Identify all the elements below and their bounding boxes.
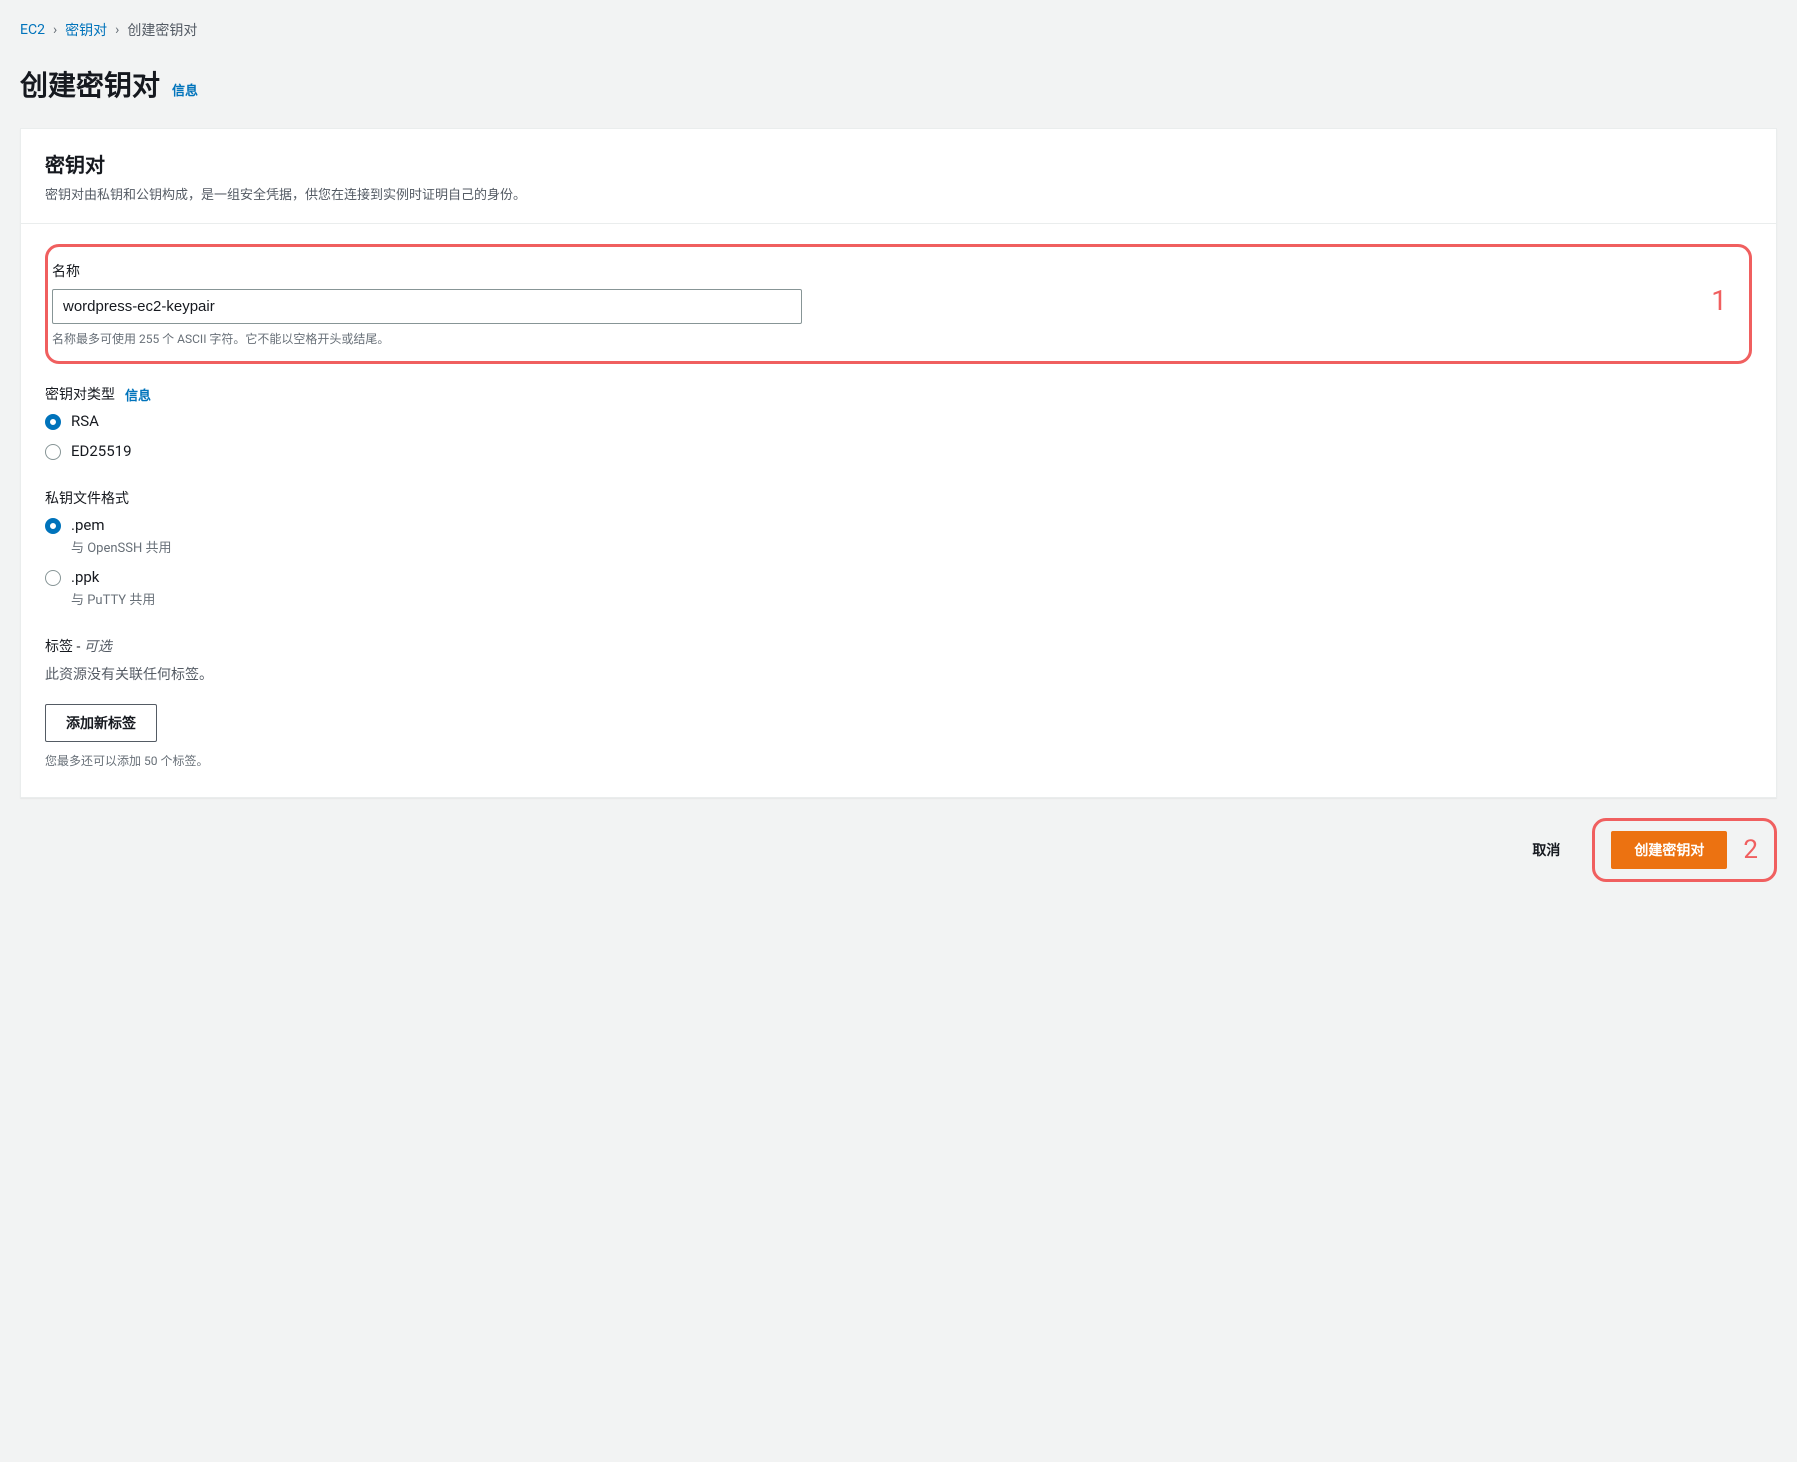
tags-group: 标签 - 可选 此资源没有关联任何标签。 添加新标签 您最多还可以添加 50 个… <box>45 636 1752 769</box>
keypair-type-group: 密钥对类型 信息 RSA ED25519 <box>45 384 1752 460</box>
annotation-box-1: 名称 名称最多可使用 255 个 ASCII 字符。它不能以空格开头或结尾。 1 <box>45 244 1752 364</box>
tags-empty-text: 此资源没有关联任何标签。 <box>45 664 1752 684</box>
radio-ppk-label: .ppk <box>71 568 155 586</box>
panel-header: 密钥对 密钥对由私钥和公钥构成，是一组安全凭据，供您在连接到实例时证明自己的身份… <box>21 129 1776 224</box>
keypair-panel: 密钥对 密钥对由私钥和公钥构成，是一组安全凭据，供您在连接到实例时证明自己的身份… <box>20 128 1777 798</box>
add-tag-button[interactable]: 添加新标签 <box>45 704 157 742</box>
keypair-type-label: 密钥对类型 <box>45 384 115 404</box>
annotation-box-2: 创建密钥对 2 <box>1592 818 1777 882</box>
radio-selected-icon <box>45 414 61 430</box>
annotation-number-2: 2 <box>1743 835 1758 865</box>
panel-body: 名称 名称最多可使用 255 个 ASCII 字符。它不能以空格开头或结尾。 1… <box>21 224 1776 797</box>
page-header: 创建密钥对 信息 <box>20 64 1777 104</box>
breadcrumb-keypairs[interactable]: 密钥对 <box>65 20 107 40</box>
cancel-button[interactable]: 取消 <box>1516 832 1576 868</box>
panel-title: 密钥对 <box>45 149 1752 178</box>
tags-label-optional: 可选 <box>84 639 112 655</box>
breadcrumb-ec2[interactable]: EC2 <box>20 22 45 38</box>
radio-ed25519-label: ED25519 <box>71 442 132 460</box>
panel-description: 密钥对由私钥和公钥构成，是一组安全凭据，供您在连接到实例时证明自己的身份。 <box>45 184 1752 203</box>
tags-label-prefix: 标签 - <box>45 639 84 655</box>
name-hint: 名称最多可使用 255 个 ASCII 字符。它不能以空格开头或结尾。 <box>52 330 842 347</box>
radio-unselected-icon <box>45 444 61 460</box>
create-keypair-button[interactable]: 创建密钥对 <box>1611 831 1727 869</box>
chevron-right-icon: › <box>115 22 119 38</box>
radio-pem-label: .pem <box>71 516 171 534</box>
annotation-number-1: 1 <box>1711 284 1727 317</box>
chevron-right-icon: › <box>53 22 57 38</box>
page-info-link[interactable]: 信息 <box>172 80 198 99</box>
radio-unselected-icon <box>45 570 61 586</box>
radio-ppk[interactable]: .ppk 与 PuTTY 共用 <box>45 568 1752 608</box>
tags-label: 标签 - 可选 <box>45 636 1752 656</box>
keypair-type-info-link[interactable]: 信息 <box>125 385 151 404</box>
radio-selected-icon <box>45 518 61 534</box>
private-key-format-group: 私钥文件格式 .pem 与 OpenSSH 共用 .ppk 与 PuTTY 共用 <box>45 488 1752 608</box>
breadcrumb-current: 创建密钥对 <box>127 20 197 40</box>
page-title: 创建密钥对 <box>20 64 160 104</box>
name-label: 名称 <box>52 261 842 281</box>
radio-pem[interactable]: .pem 与 OpenSSH 共用 <box>45 516 1752 556</box>
radio-rsa[interactable]: RSA <box>45 412 1752 430</box>
name-input[interactable] <box>52 289 802 324</box>
radio-pem-sub: 与 OpenSSH 共用 <box>71 537 171 556</box>
tags-hint: 您最多还可以添加 50 个标签。 <box>45 752 1752 769</box>
radio-ppk-sub: 与 PuTTY 共用 <box>71 589 155 608</box>
footer-actions: 取消 创建密钥对 2 <box>20 818 1777 882</box>
radio-ed25519[interactable]: ED25519 <box>45 442 1752 460</box>
breadcrumb: EC2 › 密钥对 › 创建密钥对 <box>20 20 1777 40</box>
private-key-format-label: 私钥文件格式 <box>45 488 1752 508</box>
radio-rsa-label: RSA <box>71 412 99 430</box>
